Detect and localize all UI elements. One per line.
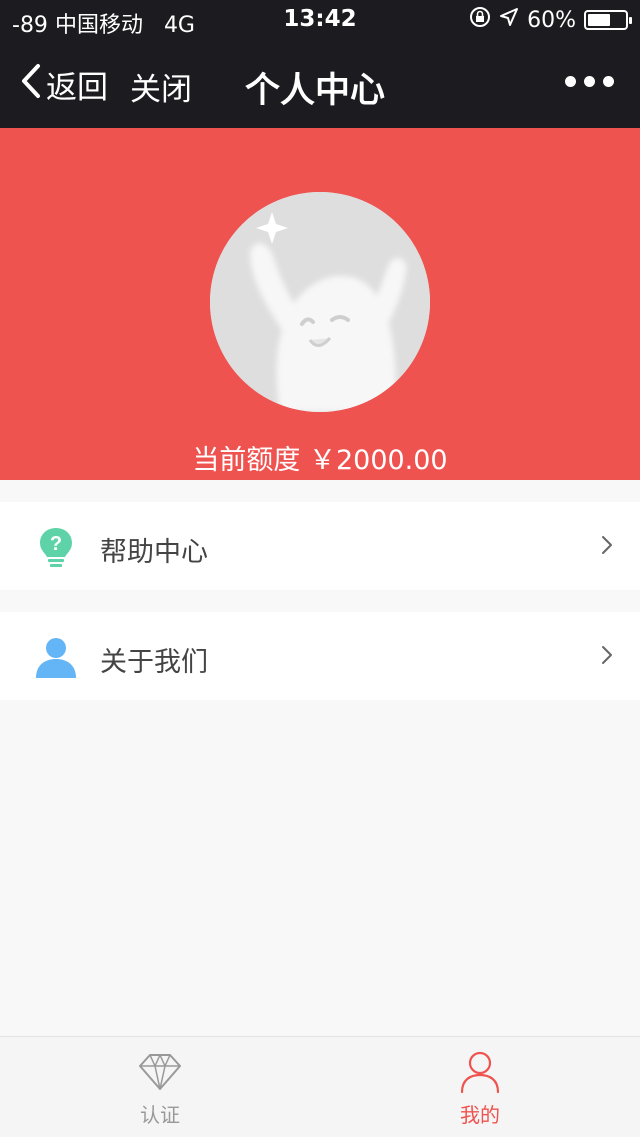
orientation-lock-icon — [469, 6, 491, 34]
tab-certification[interactable]: 认证 — [0, 1037, 320, 1137]
more-dot-icon — [565, 76, 576, 87]
more-dot-icon — [584, 76, 595, 87]
menu-item-label: 关于我们 — [100, 647, 208, 678]
menu-item-help-center[interactable]: ? 帮助中心 — [0, 502, 640, 590]
diamond-icon — [138, 1049, 182, 1093]
chevron-right-icon — [600, 534, 614, 556]
menu-item-label: 帮助中心 — [100, 537, 208, 568]
tab-label: 我的 — [460, 1103, 500, 1127]
battery-fill — [588, 14, 610, 26]
credit-limit-text: 当前额度 ￥2000.00 — [192, 445, 448, 476]
status-right-group: 60% — [469, 6, 632, 34]
battery-nub — [629, 17, 632, 24]
lightbulb-question-icon: ? — [34, 524, 78, 568]
user-icon — [34, 634, 78, 678]
battery-icon — [584, 10, 632, 30]
tab-mine[interactable]: 我的 — [320, 1037, 640, 1137]
tab-bar: 认证 我的 — [0, 1036, 640, 1137]
chevron-right-icon — [600, 644, 614, 666]
close-button[interactable]: 关闭 — [130, 64, 192, 109]
chevron-left-icon — [20, 63, 46, 107]
avatar[interactable] — [210, 192, 430, 412]
person-icon — [458, 1049, 502, 1094]
location-arrow-icon — [499, 7, 519, 33]
page-title: 个人中心 — [245, 71, 386, 111]
svg-text:?: ? — [50, 533, 62, 555]
more-menu-button[interactable] — [565, 76, 614, 87]
battery-percent: 60% — [527, 7, 576, 33]
tab-label: 认证 — [140, 1103, 180, 1127]
profile-header: 当前额度 ￥2000.00 — [0, 128, 640, 480]
menu-item-about-us[interactable]: 关于我们 — [0, 612, 640, 700]
back-button[interactable]: 返回 — [20, 62, 108, 107]
status-bar: -89 中国移动 4G 13:42 60% — [0, 0, 640, 40]
more-dot-icon — [603, 76, 614, 87]
nav-bar: 返回 关闭 个人中心 — [0, 40, 640, 128]
back-label: 返回 — [46, 70, 108, 106]
cheering-ghost-avatar-icon — [210, 192, 430, 412]
